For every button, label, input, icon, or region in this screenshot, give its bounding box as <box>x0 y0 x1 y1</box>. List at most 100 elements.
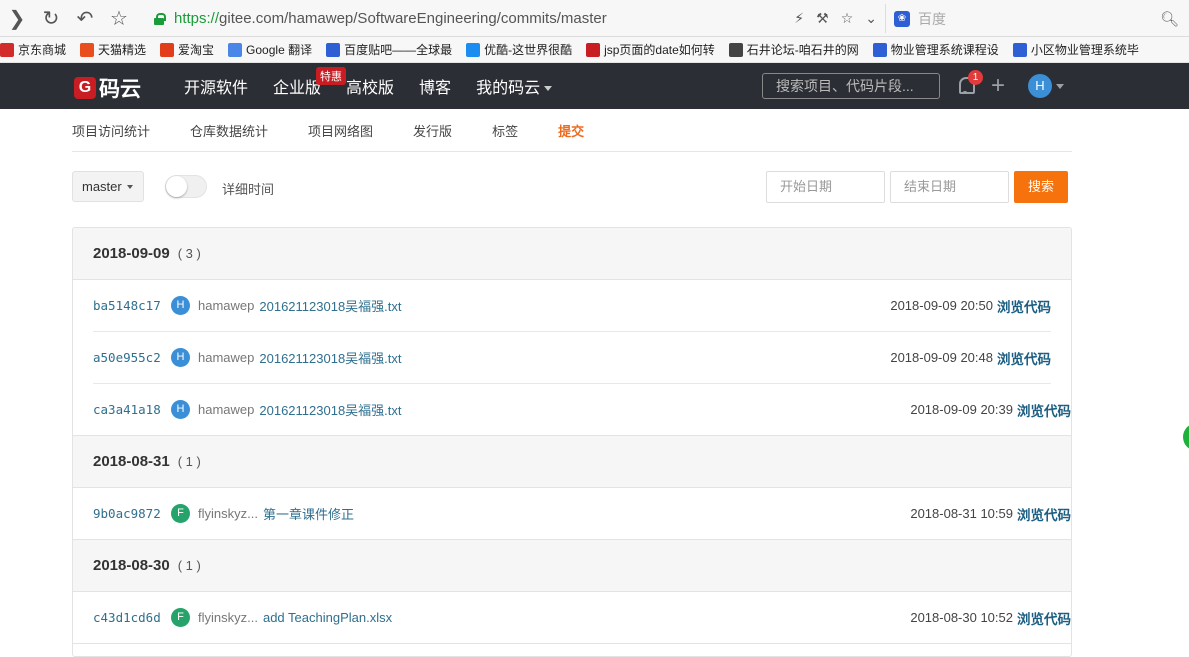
author-name[interactable]: hamawep <box>198 350 254 365</box>
author-avatar[interactable]: H <box>171 400 190 419</box>
detail-time-toggle[interactable] <box>165 175 207 198</box>
browse-code-link[interactable]: 浏览代码 <box>1017 400 1071 420</box>
subtab[interactable]: 提交 <box>558 121 584 140</box>
commit-sha-link[interactable]: c43d1cd6d <box>93 610 171 625</box>
search-icon[interactable]: 🔍︎ <box>1160 10 1179 28</box>
bookmark-label: 爱淘宝 <box>178 43 215 57</box>
commit-sha-link[interactable]: 9b0ac9872 <box>93 506 171 521</box>
commit-date-group: 2018-08-30 ( 1 ) <box>73 540 1071 592</box>
bookmark-item[interactable]: 京东商城 <box>0 41 66 58</box>
browser-search[interactable]: ❀ 百度 🔍︎ <box>885 4 1185 33</box>
dropdown-icon[interactable]: ⌄ <box>865 10 877 27</box>
bookmark-favicon-icon <box>0 42 14 57</box>
lightning-icon[interactable]: ⚡ <box>794 10 804 27</box>
end-date-input[interactable]: 结束日期 <box>890 171 1009 203</box>
key-icon[interactable]: ⚒ <box>816 10 829 27</box>
commit-time: 2018-09-09 20:50 <box>890 298 993 313</box>
bookmark-item[interactable]: 爱淘宝 <box>160 41 214 58</box>
chevron-down-icon <box>544 86 553 92</box>
subtab[interactable]: 发行版 <box>413 121 452 140</box>
commit-row: ca3a41a18 Hhamawep 201621123018吴福强.txt 2018… <box>73 384 1071 436</box>
nav-blog[interactable]: 博客 <box>419 74 451 98</box>
nav-open-source[interactable]: 开源软件 <box>184 74 248 98</box>
bookmark-label: 百度贴吧——全球最 <box>344 43 453 57</box>
caret-down-icon <box>126 184 133 189</box>
site-header: G 码云 开源软件 企业版 高校版 博客 我的码云 特惠 搜索项目、代码片段..… <box>0 63 1189 109</box>
url-text[interactable]: https://gitee.com/hamawep/SoftwareEngine… <box>174 10 607 27</box>
branch-select[interactable]: master <box>72 171 144 202</box>
subtab[interactable]: 项目网络图 <box>308 121 373 140</box>
bookmark-favicon-icon <box>466 42 481 57</box>
commit-time: 2018-09-09 20:48 <box>890 350 993 365</box>
nav-education[interactable]: 高校版 <box>346 74 394 98</box>
author-name[interactable]: flyinskyz... <box>198 610 258 625</box>
commit-date-group: 2018-09-09 ( 3 ) <box>73 228 1071 280</box>
user-menu-chevron-icon[interactable] <box>1056 84 1064 89</box>
commit-sha-link[interactable]: ba5148c17 <box>93 298 171 313</box>
bookmark-label: 京东商城 <box>18 43 67 57</box>
bookmark-item[interactable]: 小区物业管理系统毕 <box>1012 41 1139 58</box>
author-avatar[interactable]: H <box>171 348 190 367</box>
toggle-knob <box>166 176 187 197</box>
undo-icon[interactable]: ↶ <box>68 0 102 37</box>
lock-icon <box>154 12 166 25</box>
commit-message-link[interactable]: 201621123018吴福强.txt <box>259 400 401 419</box>
browse-code-link[interactable]: 浏览代码 <box>997 296 1051 316</box>
commit-sha-link[interactable]: ca3a41a18 <box>93 402 171 417</box>
commit-message-link[interactable]: 201621123018吴福强.txt <box>259 296 401 315</box>
header-search-input[interactable]: 搜索项目、代码片段... <box>762 73 940 99</box>
bookmark-item[interactable]: 百度贴吧——全球最 <box>326 41 452 58</box>
bookmark-label: Google 翻译 <box>246 43 313 57</box>
author-name[interactable]: flyinskyz... <box>198 506 258 521</box>
commit-message-link[interactable]: add TeachingPlan.xlsx <box>263 610 392 625</box>
author-avatar[interactable]: H <box>171 296 190 315</box>
nav-my-gitee[interactable]: 我的码云 <box>476 74 553 98</box>
bookmark-star-icon[interactable]: ☆ <box>841 10 854 27</box>
commit-row: 9b0ac9872 Fflyinskyz... 第一章课件修正 2018-08-31 … <box>73 488 1071 540</box>
subtab[interactable]: 标签 <box>492 121 518 140</box>
site-logo[interactable]: G 码云 <box>74 73 141 103</box>
bookmark-item[interactable]: jsp页面的date如何转 <box>586 41 715 58</box>
commit-time: 2018-08-30 10:52 <box>910 610 1013 625</box>
star-icon[interactable]: ☆ <box>102 0 136 37</box>
commit-message-link[interactable]: 第一章课件修正 <box>263 504 354 523</box>
author-avatar[interactable]: F <box>171 504 190 523</box>
reload-icon[interactable]: ↻ <box>34 0 68 37</box>
bookmark-item[interactable]: 优酷-这世界很酷 <box>466 41 572 58</box>
commit-time: 2018-09-09 20:39 <box>910 402 1013 417</box>
bookmark-item[interactable]: 物业管理系统课程设 <box>872 41 999 58</box>
address-bar[interactable]: https://gitee.com/hamawep/SoftwareEngine… <box>146 4 883 33</box>
bookmark-favicon-icon <box>872 42 887 57</box>
forward-icon[interactable]: ❯ <box>0 0 34 37</box>
group-count: ( 1 ) <box>177 558 201 573</box>
search-placeholder: 百度 <box>918 10 946 27</box>
commit-sha-link[interactable]: a50e955c2 <box>93 350 171 365</box>
commit-message-link[interactable]: 201621123018吴福强.txt <box>259 348 401 367</box>
group-count: ( 1 ) <box>177 454 201 469</box>
subtab[interactable]: 项目访问统计 <box>72 121 150 140</box>
author-avatar[interactable]: F <box>171 608 190 627</box>
author-name[interactable]: hamawep <box>198 298 254 313</box>
user-avatar[interactable]: H <box>1028 74 1052 98</box>
search-button[interactable]: 搜索 <box>1014 171 1068 203</box>
browse-code-link[interactable]: 浏览代码 <box>1017 504 1071 524</box>
group-count: ( 3 ) <box>177 246 201 261</box>
logo-mark: G <box>74 77 96 99</box>
bookmark-item[interactable]: 石井论坛-咱石井的网 <box>728 41 859 58</box>
commit-row: a50e955c2 Hhamawep 201621123018吴福强.txt 2018… <box>93 332 1051 384</box>
bookmark-favicon-icon <box>586 42 601 57</box>
notification-count: 1 <box>968 70 983 85</box>
bookmark-favicon-icon <box>1012 42 1027 57</box>
group-date: 2018-09-09 <box>93 245 170 262</box>
plus-icon[interactable]: + <box>991 72 1005 100</box>
browse-code-link[interactable]: 浏览代码 <box>997 348 1051 368</box>
bookmark-item[interactable]: Google 翻译 <box>228 41 312 58</box>
bookmark-item[interactable]: 天猫精选 <box>80 41 146 58</box>
subtab[interactable]: 仓库数据统计 <box>190 121 268 140</box>
browse-code-link[interactable]: 浏览代码 <box>1017 608 1071 628</box>
side-widget[interactable] <box>1183 423 1189 451</box>
start-date-input[interactable]: 开始日期 <box>766 171 885 203</box>
commit-date-group: 2018-08-31 ( 1 ) <box>73 436 1071 488</box>
nav-enterprise[interactable]: 企业版 <box>273 74 321 98</box>
author-name[interactable]: hamawep <box>198 402 254 417</box>
